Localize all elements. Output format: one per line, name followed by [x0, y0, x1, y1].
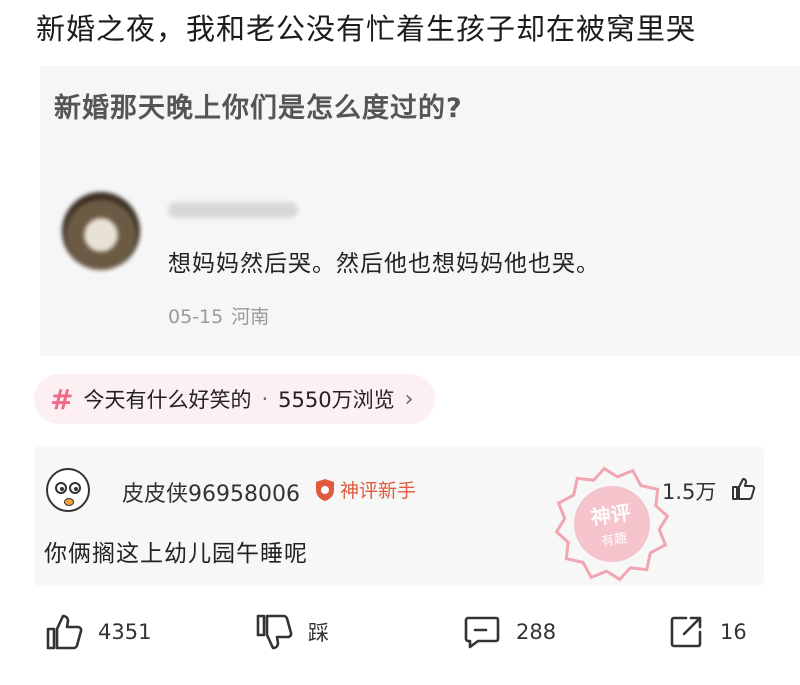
share-icon [670, 616, 702, 648]
shield-badge-icon [316, 478, 334, 501]
quote-username-blurred [168, 202, 298, 218]
quoted-answer-card[interactable]: 新婚那天晚上你们是怎么度过的? 想妈妈然后哭。然后他也想妈妈他也哭。 05-15… [40, 66, 800, 356]
quote-meta: 05-15 河南 [168, 302, 277, 329]
comment-like-count: 1.5万 [662, 480, 717, 504]
avatar[interactable] [46, 468, 90, 512]
dislike-button[interactable]: 踩 [254, 612, 329, 652]
top-comment-card[interactable]: 皮皮侠96958006 神评新手 神评 有趣 1.5万 你俩搁这上幼儿园午睡呢 [34, 446, 764, 586]
topic-separator: · [261, 387, 269, 411]
comment-username[interactable]: 皮皮侠96958006 [122, 476, 300, 508]
thumbs-up-icon [46, 614, 83, 650]
quote-date: 05-15 [168, 306, 224, 328]
share-count: 16 [720, 620, 747, 644]
topic-pill[interactable]: # 今天有什么好笑的 · 5550万浏览 › [34, 374, 436, 424]
chevron-right-icon: › [404, 386, 414, 412]
comment-text: 你俩搁这上幼儿园午睡呢 [44, 541, 308, 567]
quote-answer-text: 想妈妈然后哭。然后他也想妈妈他也哭。 [168, 251, 600, 277]
god-comment-stamp-icon: 神评 有趣 [554, 466, 670, 582]
hash-icon: # [50, 382, 74, 416]
badge-label: 神评新手 [340, 480, 417, 502]
avatar-mouth [64, 498, 74, 506]
dislike-label: 踩 [308, 621, 329, 645]
commenter-badge: 神评新手 [314, 476, 416, 503]
thumbs-down-icon [256, 614, 293, 650]
topic-views: 5550万浏览 [278, 388, 395, 412]
comment-count: 288 [516, 620, 557, 644]
comment-button[interactable]: 288 [462, 612, 556, 652]
action-bar: 4351 踩 288 16 [0, 612, 800, 678]
quote-location: 河南 [231, 306, 270, 328]
post-title: 新婚之夜，我和老公没有忙着生孩子却在被窝里哭 [36, 12, 697, 46]
quote-avatar [62, 192, 140, 270]
avatar-eye-right [69, 482, 81, 494]
avatar-eye-left [55, 482, 67, 494]
like-count: 4351 [98, 620, 152, 644]
share-button[interactable]: 16 [666, 612, 747, 652]
like-button[interactable]: 4351 [44, 612, 151, 652]
quote-question: 新婚那天晚上你们是怎么度过的? [54, 93, 463, 124]
thumbs-up-icon[interactable] [730, 476, 756, 502]
comment-bubble-icon [464, 616, 500, 649]
topic-name: 今天有什么好笑的 [83, 388, 252, 412]
